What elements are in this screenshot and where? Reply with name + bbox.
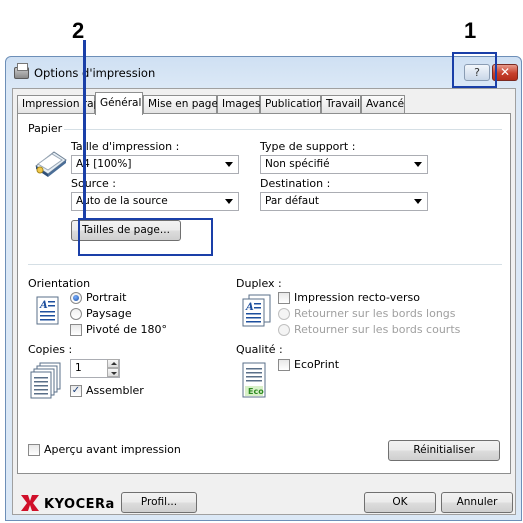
section-divider [28, 264, 502, 265]
copies-value: 1 [75, 362, 82, 374]
kyocera-logo: KYOCERa [21, 495, 115, 512]
print-preview-checkbox[interactable] [28, 444, 40, 456]
brand-name: KYOCERa [44, 497, 115, 512]
chevron-down-icon [225, 162, 233, 167]
tab-images[interactable]: Images [217, 95, 260, 114]
cancel-button[interactable]: Annuler [441, 492, 513, 513]
destination-value: Par défaut [265, 195, 319, 207]
tab-general[interactable]: Général [95, 92, 143, 115]
collate-checkbox[interactable]: ✓ [70, 385, 82, 397]
print-preview-label: Aperçu avant impression [44, 443, 181, 456]
copies-icon [30, 362, 61, 399]
flip-long-edge-radio[interactable] [278, 308, 290, 320]
collate-label: Assembler [86, 384, 144, 397]
general-tab-panel: Papier Taille d'impression : A4 [100%] S… [17, 113, 511, 474]
rotate-180-checkbox[interactable] [70, 324, 82, 336]
paper-group-divider [64, 129, 502, 130]
callout-1: 1 [464, 18, 477, 43]
portrait-orientation-icon: A [36, 296, 59, 325]
landscape-label: Paysage [86, 307, 132, 320]
source-select[interactable]: Auto de la source [71, 192, 239, 211]
print-size-label: Taille d'impression : [71, 140, 180, 153]
media-type-label: Type de support : [260, 140, 356, 153]
printer-icon [14, 63, 29, 79]
ok-button[interactable]: OK [364, 492, 436, 513]
destination-select[interactable]: Par défaut [260, 192, 428, 211]
window-title: Options d'impression [34, 66, 156, 80]
profile-button[interactable]: Profil... [121, 492, 197, 513]
copies-increment-button[interactable] [107, 359, 119, 368]
ecoprint-label: EcoPrint [294, 358, 340, 371]
reset-button[interactable]: Réinitialiser [388, 440, 500, 461]
copies-label: Copies : [28, 343, 73, 356]
quality-label: Qualité : [236, 343, 283, 356]
duplex-label: Duplex : [236, 277, 282, 290]
kyocera-mark-icon [21, 495, 39, 511]
svg-text:A: A [245, 302, 254, 313]
orientation-label: Orientation [28, 277, 91, 290]
chevron-down-icon [414, 162, 422, 167]
print-size-select[interactable]: A4 [100%] [71, 155, 239, 174]
duplex-print-checkbox[interactable] [278, 292, 290, 304]
source-value: Auto de la source [76, 195, 168, 207]
eco-badge: Eco [248, 387, 264, 396]
tab-mise-en-page[interactable]: Mise en page [143, 95, 218, 114]
tab-avance[interactable]: Avancé [361, 95, 405, 114]
portrait-radio[interactable] [70, 292, 82, 304]
media-type-value: Non spécifié [265, 158, 330, 170]
callout-1-highlight-box [452, 52, 497, 88]
callout-2-highlight-box [78, 218, 213, 256]
portrait-label: Portrait [86, 291, 127, 304]
landscape-radio[interactable] [70, 308, 82, 320]
media-type-select[interactable]: Non spécifié [260, 155, 428, 174]
duplex-icon: A [242, 294, 271, 327]
paper-group-label: Papier [28, 122, 63, 135]
checkmark-icon: ✓ [71, 385, 81, 396]
flip-long-edge-label: Retourner sur les bords longs [294, 307, 456, 320]
tab-travail[interactable]: Travail [321, 95, 361, 114]
duplex-print-label: Impression recto-verso [294, 291, 420, 304]
ecoprint-checkbox[interactable] [278, 359, 290, 371]
chevron-down-icon [225, 199, 233, 204]
rotate-180-label: Pivoté de 180° [86, 323, 168, 336]
chevron-down-icon [414, 199, 422, 204]
dialog-client: Impression rapide Général Mise en page I… [12, 88, 516, 515]
paper-tray-icon [35, 151, 67, 177]
source-label: Source : [71, 177, 116, 190]
tab-publication[interactable]: Publication [260, 95, 323, 114]
flip-short-edge-radio[interactable] [278, 324, 290, 336]
copies-decrement-button[interactable] [107, 368, 119, 377]
destination-label: Destination : [260, 177, 331, 190]
svg-text:A: A [39, 300, 48, 311]
flip-short-edge-label: Retourner sur les bords courts [294, 323, 461, 336]
callout-2-leader-line [83, 40, 86, 218]
